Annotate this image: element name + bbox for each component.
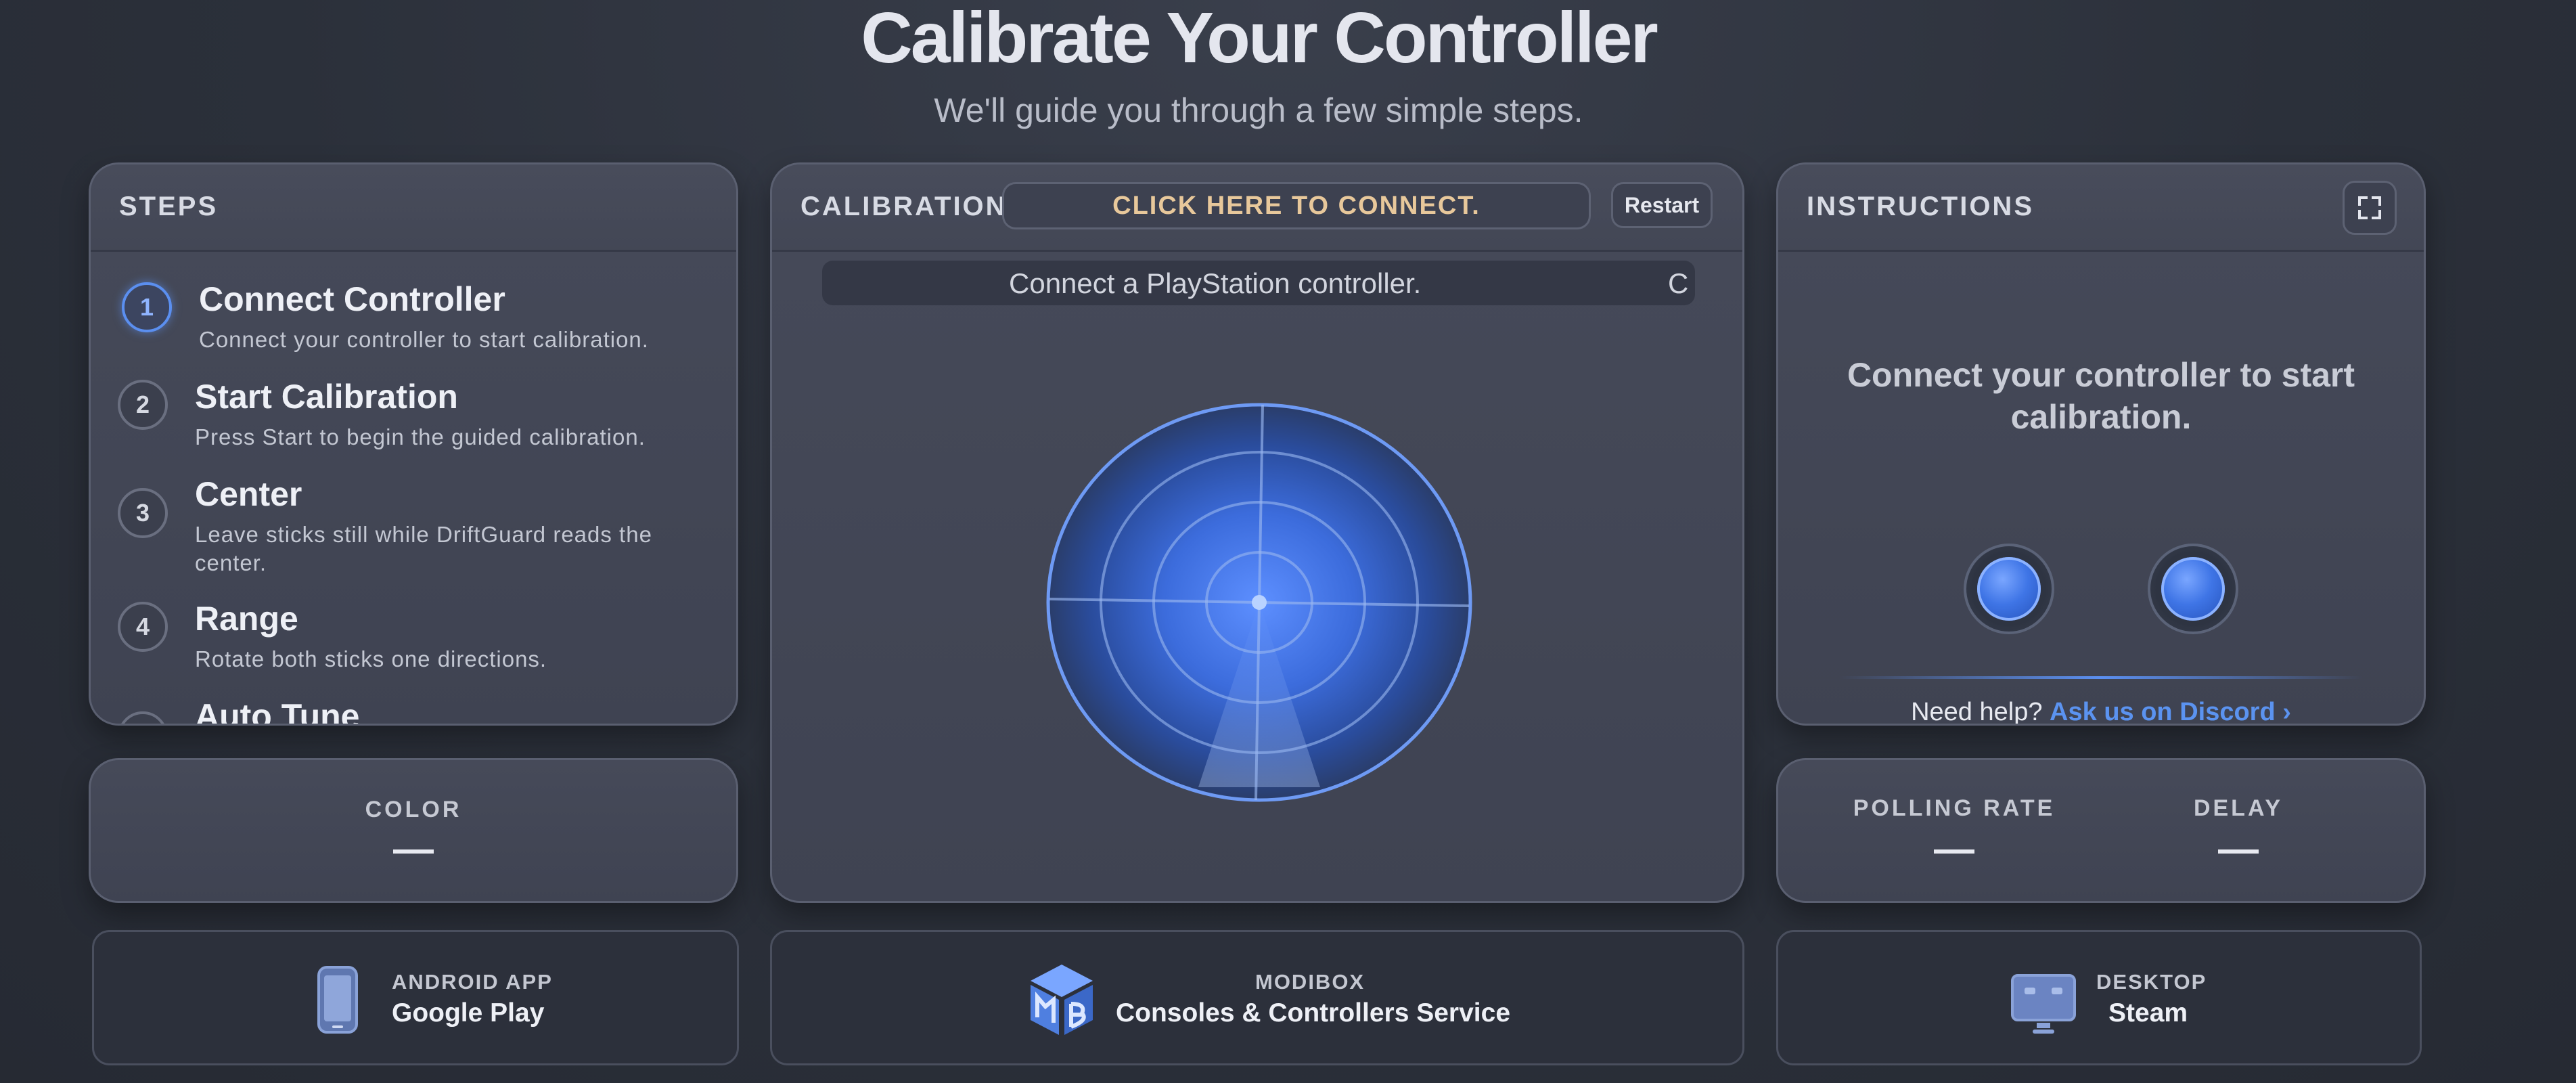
delay-label: DELAY (2193, 795, 2284, 821)
step-number: 1 (122, 282, 172, 332)
steps-panel: STEPS 1 Connect Controller Connect your … (89, 162, 738, 726)
step-description: Press Start to begin the guided calibrat… (195, 424, 646, 449)
desktop-value: Steam (2108, 998, 2188, 1027)
step-title: Start Calibration (195, 378, 458, 416)
monitor-icon (2011, 974, 2076, 1034)
stick-position-dot (1252, 595, 1267, 610)
calibration-header: CALIBRATION CLICK HERE TO CONNECT. Resta… (772, 164, 1742, 252)
step-title: Range (195, 600, 298, 638)
right-stick-knob (2161, 557, 2225, 621)
phone-icon (317, 966, 358, 1034)
discord-link[interactable]: Ask us on Discord › (2050, 698, 2291, 724)
page-title: Calibrate Your Controller (861, 0, 1658, 78)
desktop-label: DESKTOP (2096, 970, 2207, 994)
status-ticker: Connect a PlayStation controller. C (822, 261, 1695, 305)
color-panel: COLOR — (89, 758, 738, 903)
left-stick-indicator (1964, 544, 2054, 634)
restart-button[interactable]: Restart (1611, 182, 1713, 228)
step-title: Center (195, 475, 302, 513)
help-row: Need help? Ask us on Discord › (1778, 698, 2424, 726)
ticker-text: Connect a PlayStation controller. (1009, 267, 1422, 299)
color-label: COLOR (365, 797, 462, 822)
instructions-message: Connect your controller to start calibra… (1847, 356, 2355, 436)
polling-rate-label: POLLING RATE (1853, 795, 2056, 821)
steps-heading: STEPS (119, 192, 219, 221)
step-title: Auto Tune (195, 697, 360, 726)
right-stick-indicator (2148, 544, 2238, 634)
fullscreen-button[interactable] (2343, 181, 2397, 235)
modibox-label: MODIBOX (1255, 970, 1365, 994)
color-value: — (393, 826, 434, 871)
connect-button[interactable]: CLICK HERE TO CONNECT. (1002, 182, 1591, 229)
instructions-panel: INSTRUCTIONS Connect your controller to … (1776, 162, 2426, 726)
step-number: 3 (118, 488, 168, 538)
instructions-heading: INSTRUCTIONS (1807, 192, 2034, 221)
stats-panel: POLLING RATE — DELAY — (1776, 758, 2426, 903)
step-number: 4 (118, 602, 168, 652)
android-app-value: Google Play (392, 998, 545, 1027)
polling-rate-value: — (1934, 826, 1974, 871)
left-stick-knob (1977, 557, 2041, 621)
fullscreen-icon (2358, 196, 2381, 219)
step-description: Rotate both sticks one directions. (195, 646, 547, 671)
delay-value: — (2218, 826, 2259, 871)
steps-header: STEPS (91, 164, 736, 252)
step-number: 2 (118, 380, 168, 430)
modibox-value: Consoles & Controllers Service (1116, 998, 1511, 1027)
joystick-radar (1046, 403, 1472, 802)
page-subtitle: We'll guide you through a few simple ste… (934, 91, 1583, 129)
step-title: Connect Controller (199, 280, 505, 318)
step-description: Connect your controller to start calibra… (199, 327, 649, 352)
calibration-heading: CALIBRATION (800, 192, 1008, 221)
step-number: 5 (118, 711, 168, 724)
android-app-card[interactable]: ANDROID APP Google Play (92, 930, 739, 1065)
help-prefix: Need help? (1911, 698, 2043, 726)
ticker-text-next: C (1668, 267, 1689, 299)
step-description: Leave sticks still while DriftGuard read… (195, 522, 652, 575)
calibration-panel: CALIBRATION CLICK HERE TO CONNECT. Resta… (770, 162, 1744, 903)
instructions-header: INSTRUCTIONS (1778, 164, 2424, 252)
modibox-card[interactable]: MODIBOX Consoles & Controllers Service (770, 930, 1744, 1065)
modibox-logo-icon (1031, 965, 1093, 1035)
help-divider (1839, 676, 2363, 679)
desktop-card[interactable]: DESKTOP Steam (1776, 930, 2422, 1065)
android-app-label: ANDROID APP (392, 970, 553, 994)
